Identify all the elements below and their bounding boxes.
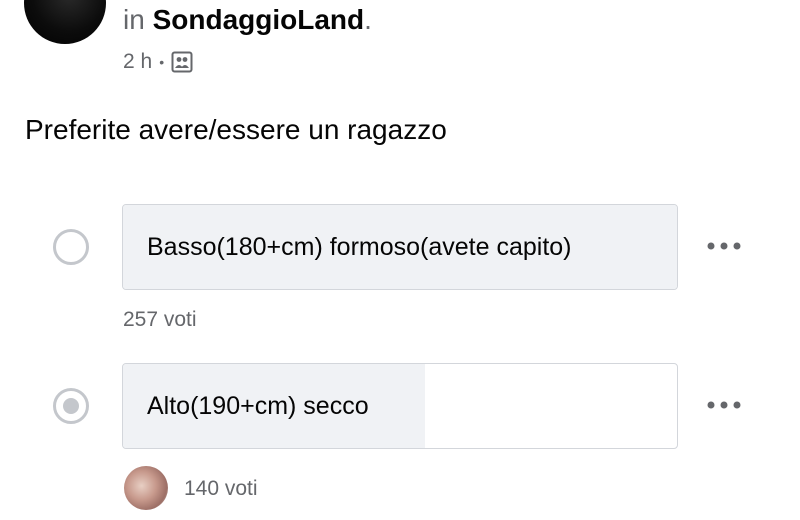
group-prefix: in bbox=[123, 4, 145, 35]
meta-separator: • bbox=[159, 54, 165, 70]
poll-option-2[interactable]: Alto(190+cm) secco bbox=[122, 363, 678, 449]
poll-option-1-radio[interactable] bbox=[53, 229, 89, 265]
more-horizontal-icon bbox=[707, 242, 741, 250]
more-horizontal-icon bbox=[707, 401, 741, 409]
poll-option-1-more-button[interactable] bbox=[700, 232, 748, 260]
poll-option-2-label: Alto(190+cm) secco bbox=[147, 391, 369, 420]
voter-avatar[interactable] bbox=[124, 466, 168, 510]
post-timestamp[interactable]: 2 h bbox=[123, 47, 152, 77]
post-meta: 2 h • bbox=[123, 47, 193, 77]
group-avatar[interactable] bbox=[24, 0, 106, 44]
poll-option-2-more-button[interactable] bbox=[700, 391, 748, 419]
poll-option-2-radio[interactable] bbox=[53, 388, 89, 424]
poll-option-1-votes[interactable]: 257 voti bbox=[123, 307, 197, 333]
poll-option-1-label: Basso(180+cm) formoso(avete capito) bbox=[147, 232, 572, 261]
group-name-link[interactable]: SondaggioLand bbox=[153, 4, 365, 35]
poll-option-1[interactable]: Basso(180+cm) formoso(avete capito) bbox=[122, 204, 678, 290]
poll-option-2-votes[interactable]: 140 voti bbox=[184, 476, 258, 502]
group-icon bbox=[171, 51, 193, 73]
group-suffix: . bbox=[364, 4, 372, 35]
post-text: Preferite avere/essere un ragazzo bbox=[25, 114, 447, 145]
group-line: in SondaggioLand. bbox=[123, 2, 372, 38]
